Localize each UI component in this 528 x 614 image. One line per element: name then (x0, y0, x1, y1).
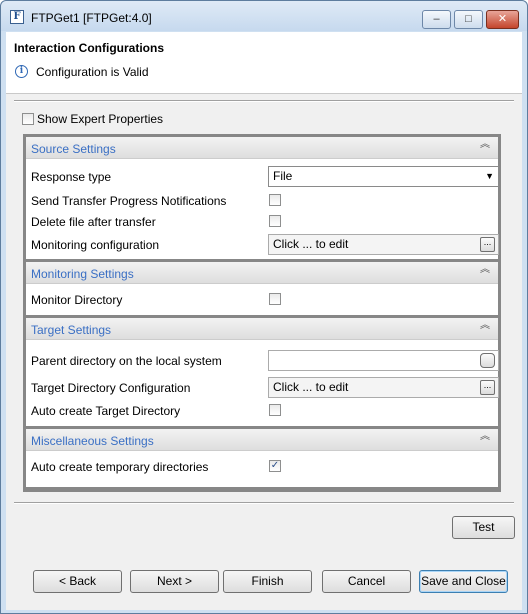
test-button[interactable]: Test (452, 516, 515, 539)
response-type-value: File (273, 169, 293, 183)
send-progress-label: Send Transfer Progress Notifications (31, 194, 227, 208)
target-dir-config-edit-button[interactable]: ... (480, 380, 495, 395)
target-dir-config-field[interactable]: Click ... to edit ... (268, 377, 499, 398)
target-settings-section: Target Settings ︽ Parent directory on th… (26, 318, 499, 426)
parent-dir-browse-button[interactable] (480, 353, 495, 368)
validation-status: Configuration is Valid (36, 65, 149, 79)
response-type-label: Response type (31, 170, 112, 184)
send-progress-checkbox[interactable] (269, 194, 281, 206)
window-title: FTPGet1 [FTPGet:4.0] (31, 11, 152, 25)
bottom-divider (14, 502, 514, 504)
parent-dir-field[interactable] (268, 350, 499, 371)
monitor-directory-label: Monitor Directory (31, 293, 123, 307)
check-icon: ✓ (270, 460, 280, 471)
auto-create-temp-checkbox[interactable]: ✓ (269, 460, 281, 472)
parent-dir-label: Parent directory on the local system (31, 354, 222, 368)
dialog-header: Interaction Configurations i Configurati… (6, 32, 522, 94)
target-dir-config-label: Target Directory Configuration (31, 381, 191, 395)
source-settings-header[interactable]: Source Settings ︽ (26, 137, 498, 159)
delete-after-label: Delete file after transfer (31, 215, 156, 229)
delete-after-checkbox[interactable] (269, 215, 281, 227)
save-and-close-button[interactable]: Save and Close (419, 570, 508, 593)
close-button[interactable]: ✕ (486, 10, 519, 29)
show-expert-checkbox[interactable] (22, 113, 34, 125)
minimize-button[interactable]: – (422, 10, 451, 29)
monitoring-config-value: Click ... to edit (273, 237, 349, 251)
collapse-icon[interactable]: ︽ (480, 321, 490, 331)
target-dir-config-value: Click ... to edit (273, 380, 349, 394)
top-divider (14, 100, 514, 102)
properties-panel: Source Settings ︽ Response type File ▼ S… (23, 134, 501, 492)
finish-button[interactable]: Finish (223, 570, 312, 593)
monitoring-settings-title: Monitoring Settings (31, 267, 134, 281)
title-bar[interactable]: F FTPGet1 [FTPGet:4.0] – □ ✕ (1, 1, 527, 31)
monitoring-config-edit-button[interactable]: ... (480, 237, 495, 252)
cancel-button[interactable]: Cancel (322, 570, 411, 593)
next-button[interactable]: Next > (130, 570, 219, 593)
target-settings-header[interactable]: Target Settings ︽ (26, 318, 498, 340)
monitor-directory-checkbox[interactable] (269, 293, 281, 305)
auto-create-target-checkbox[interactable] (269, 404, 281, 416)
page-title: Interaction Configurations (14, 41, 164, 55)
misc-settings-title: Miscellaneous Settings (31, 434, 154, 448)
misc-settings-section: Miscellaneous Settings ︽ Auto create tem… (26, 429, 498, 487)
auto-create-target-label: Auto create Target Directory (31, 404, 181, 418)
show-expert-label: Show Expert Properties (37, 112, 164, 126)
maximize-button[interactable]: □ (454, 10, 483, 29)
monitoring-config-label: Monitoring configuration (31, 238, 160, 252)
back-button[interactable]: < Back (33, 570, 122, 593)
app-icon: F (10, 10, 24, 24)
collapse-icon[interactable]: ︽ (480, 140, 490, 150)
dialog-window: F FTPGet1 [FTPGet:4.0] – □ ✕ Interaction… (0, 0, 528, 614)
monitoring-settings-section: Monitoring Settings ︽ Monitor Directory (26, 262, 498, 315)
response-type-select[interactable]: File ▼ (268, 166, 499, 187)
collapse-icon[interactable]: ︽ (480, 265, 490, 275)
source-settings-section: Source Settings ︽ Response type File ▼ S… (26, 137, 499, 259)
chevron-down-icon: ▼ (485, 171, 494, 181)
collapse-icon[interactable]: ︽ (480, 432, 490, 442)
monitoring-config-field[interactable]: Click ... to edit ... (268, 234, 499, 255)
info-icon: i (15, 65, 28, 78)
dialog-content: Show Expert Properties Source Settings ︽… (6, 94, 522, 610)
source-settings-title: Source Settings (31, 142, 116, 156)
auto-create-temp-label: Auto create temporary directories (31, 460, 209, 474)
target-settings-title: Target Settings (31, 323, 112, 337)
misc-settings-header[interactable]: Miscellaneous Settings ︽ (26, 429, 498, 451)
monitoring-settings-header[interactable]: Monitoring Settings ︽ (26, 262, 498, 284)
